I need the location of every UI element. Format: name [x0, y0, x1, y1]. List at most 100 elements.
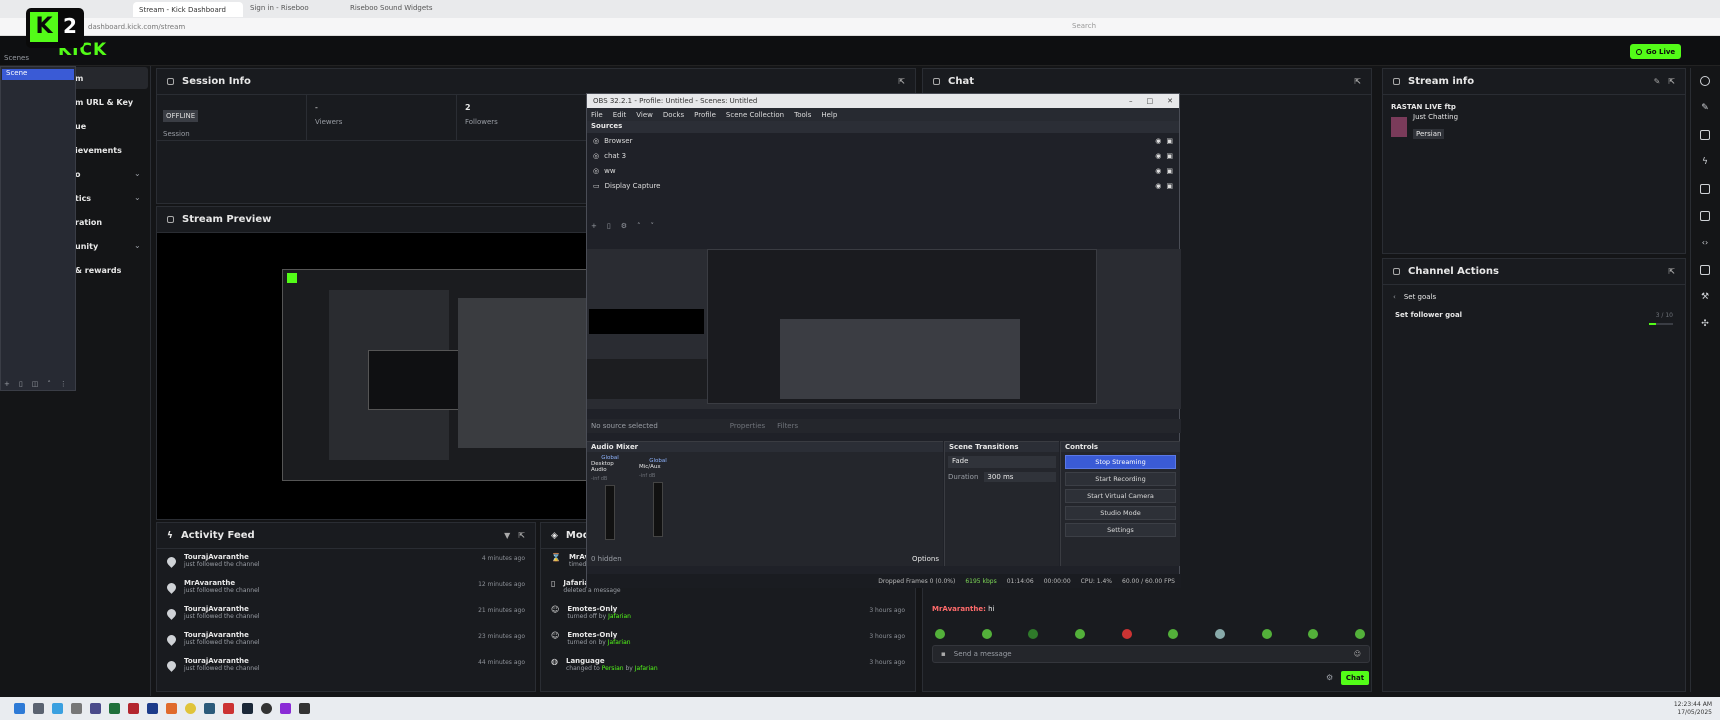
emote-icon[interactable]: [1168, 629, 1179, 639]
up-icon[interactable]: ˄: [47, 380, 51, 388]
lock-icon[interactable]: ▣: [1166, 167, 1173, 175]
transition-select[interactable]: Fade: [948, 456, 1056, 468]
tray-clock[interactable]: 12:23:44 AM 17/05/2025: [1674, 701, 1712, 717]
down-icon[interactable]: ˅: [651, 222, 655, 230]
filter-icon[interactable]: ◫: [32, 380, 39, 388]
volume-meter[interactable]: [653, 482, 663, 537]
app-icon[interactable]: [90, 703, 101, 714]
app-icon[interactable]: [71, 703, 82, 714]
grid-icon[interactable]: [1700, 130, 1710, 140]
trash-icon[interactable]: ▯: [607, 222, 611, 230]
code-icon[interactable]: ‹›: [1700, 238, 1710, 248]
emote-icon[interactable]: [1028, 629, 1039, 639]
emote-icon[interactable]: [1261, 629, 1272, 639]
sidebar-item-moderation[interactable]: ration: [75, 218, 102, 227]
start-icon[interactable]: [14, 703, 25, 714]
chrome-icon[interactable]: [185, 703, 196, 714]
start-virtual-camera-button[interactable]: Start Virtual Camera: [1065, 489, 1176, 503]
chat-settings-icon[interactable]: ⚙: [1326, 673, 1333, 682]
stop-streaming-button[interactable]: Stop Streaming: [1065, 455, 1176, 469]
menu-scene-collection[interactable]: Scene Collection: [726, 111, 784, 119]
popout-icon[interactable]: ⇱: [518, 531, 525, 540]
source-item[interactable]: ◎ ww ◉ ▣: [587, 163, 1179, 178]
popout-icon[interactable]: ⇱: [1354, 77, 1361, 86]
sidebar-item-achievements[interactable]: ievements: [75, 146, 122, 155]
pencil-icon[interactable]: ✎: [1700, 103, 1710, 113]
emote-icon[interactable]: [935, 629, 945, 639]
message-icon[interactable]: [1700, 211, 1710, 221]
app-icon[interactable]: [128, 703, 139, 714]
gear-icon[interactable]: ⚙: [621, 222, 627, 230]
back-icon[interactable]: ‹: [1393, 293, 1396, 301]
sidebar-item-analytics[interactable]: tics: [75, 194, 91, 203]
settings-button[interactable]: Settings: [1065, 523, 1176, 537]
preview-video[interactable]: [282, 269, 587, 481]
chevron-down-icon[interactable]: ⌄: [134, 169, 141, 178]
add-icon[interactable]: +: [591, 222, 597, 230]
app-icon[interactable]: [280, 703, 291, 714]
info-icon[interactable]: [1700, 76, 1710, 86]
duration-field[interactable]: 300 ms: [984, 472, 1056, 482]
chat-send-button[interactable]: Chat: [1341, 671, 1369, 685]
start-recording-button[interactable]: Start Recording: [1065, 472, 1176, 486]
sidebar-item-stream-url[interactable]: m URL & Key: [75, 98, 133, 107]
set-follower-goal[interactable]: Set follower goal: [1395, 311, 1462, 319]
filters-button[interactable]: Filters: [777, 422, 798, 430]
explorer-icon[interactable]: [52, 703, 63, 714]
properties-button[interactable]: Properties: [730, 422, 765, 430]
sidebar-item-stream[interactable]: m: [75, 74, 83, 83]
popout-icon[interactable]: ⇱: [1668, 77, 1675, 86]
sidebar-item-perks[interactable]: & rewards: [75, 266, 121, 275]
source-item[interactable]: ◎ Browser ◉ ▣: [587, 133, 1179, 148]
browser-tab[interactable]: Stream - Kick Dashboard: [133, 2, 243, 17]
source-item[interactable]: ▭ Display Capture ◉ ▣: [587, 178, 1179, 193]
volume-meter[interactable]: [605, 485, 615, 540]
menu-file[interactable]: File: [591, 111, 603, 119]
steam-icon[interactable]: [242, 703, 253, 714]
menu-profile[interactable]: Profile: [694, 111, 716, 119]
go-live-button[interactable]: Go Live: [1630, 44, 1682, 59]
app-icon[interactable]: [299, 703, 310, 714]
menu-help[interactable]: Help: [821, 111, 837, 119]
browser-search[interactable]: Search: [1060, 22, 1200, 33]
url-field[interactable]: dashboard.kick.com/stream: [88, 23, 185, 31]
lock-icon[interactable]: ▣: [1166, 182, 1173, 190]
app-icon[interactable]: [223, 703, 234, 714]
add-icon[interactable]: +: [4, 380, 10, 388]
app-icon[interactable]: [204, 703, 215, 714]
chevron-down-icon[interactable]: ⌄: [134, 193, 141, 202]
eye-icon[interactable]: ◉: [1155, 137, 1161, 145]
more-icon[interactable]: ⋮: [60, 380, 67, 388]
settings-icon[interactable]: [33, 703, 44, 714]
chevron-down-icon[interactable]: ⌄: [134, 241, 141, 250]
eye-icon[interactable]: ◉: [1155, 152, 1161, 160]
popout-icon[interactable]: ⇱: [1668, 267, 1675, 276]
eye-icon[interactable]: ◉: [1155, 182, 1161, 190]
obs-preview-canvas[interactable]: [587, 249, 1181, 409]
sidebar-item-queue[interactable]: ue: [75, 122, 86, 131]
emote-icon[interactable]: [1121, 629, 1132, 639]
emote-icon[interactable]: [1354, 629, 1365, 639]
menu-docks[interactable]: Docks: [663, 111, 684, 119]
chat-input[interactable]: ▪ Send a message ☺: [932, 645, 1370, 663]
browser-tab[interactable]: Riseboo Sound Widgets: [350, 4, 450, 12]
menu-edit[interactable]: Edit: [613, 111, 627, 119]
menu-view[interactable]: View: [636, 111, 653, 119]
app-icon[interactable]: [147, 703, 158, 714]
emote-picker-icon[interactable]: ▪: [941, 650, 946, 658]
sidebar-item-community-2[interactable]: unity: [75, 242, 98, 251]
maximize-icon[interactable]: □: [1147, 97, 1154, 105]
close-icon[interactable]: ✕: [1167, 97, 1173, 105]
filter-icon[interactable]: ▼: [504, 531, 510, 540]
lock-icon[interactable]: ▣: [1166, 137, 1173, 145]
source-item[interactable]: ◎ chat 3 ◉ ▣: [587, 148, 1179, 163]
up-icon[interactable]: ˄: [637, 222, 641, 230]
list-icon[interactable]: [1700, 184, 1710, 194]
smile-icon[interactable]: ☺: [1354, 650, 1361, 658]
emote-icon[interactable]: [1214, 629, 1225, 639]
eye-icon[interactable]: ◉: [1155, 167, 1161, 175]
menu-tools[interactable]: Tools: [794, 111, 811, 119]
app-icon[interactable]: [166, 703, 177, 714]
trash-icon[interactable]: ▯: [19, 380, 23, 388]
pencil-icon[interactable]: ✎: [1654, 77, 1661, 86]
